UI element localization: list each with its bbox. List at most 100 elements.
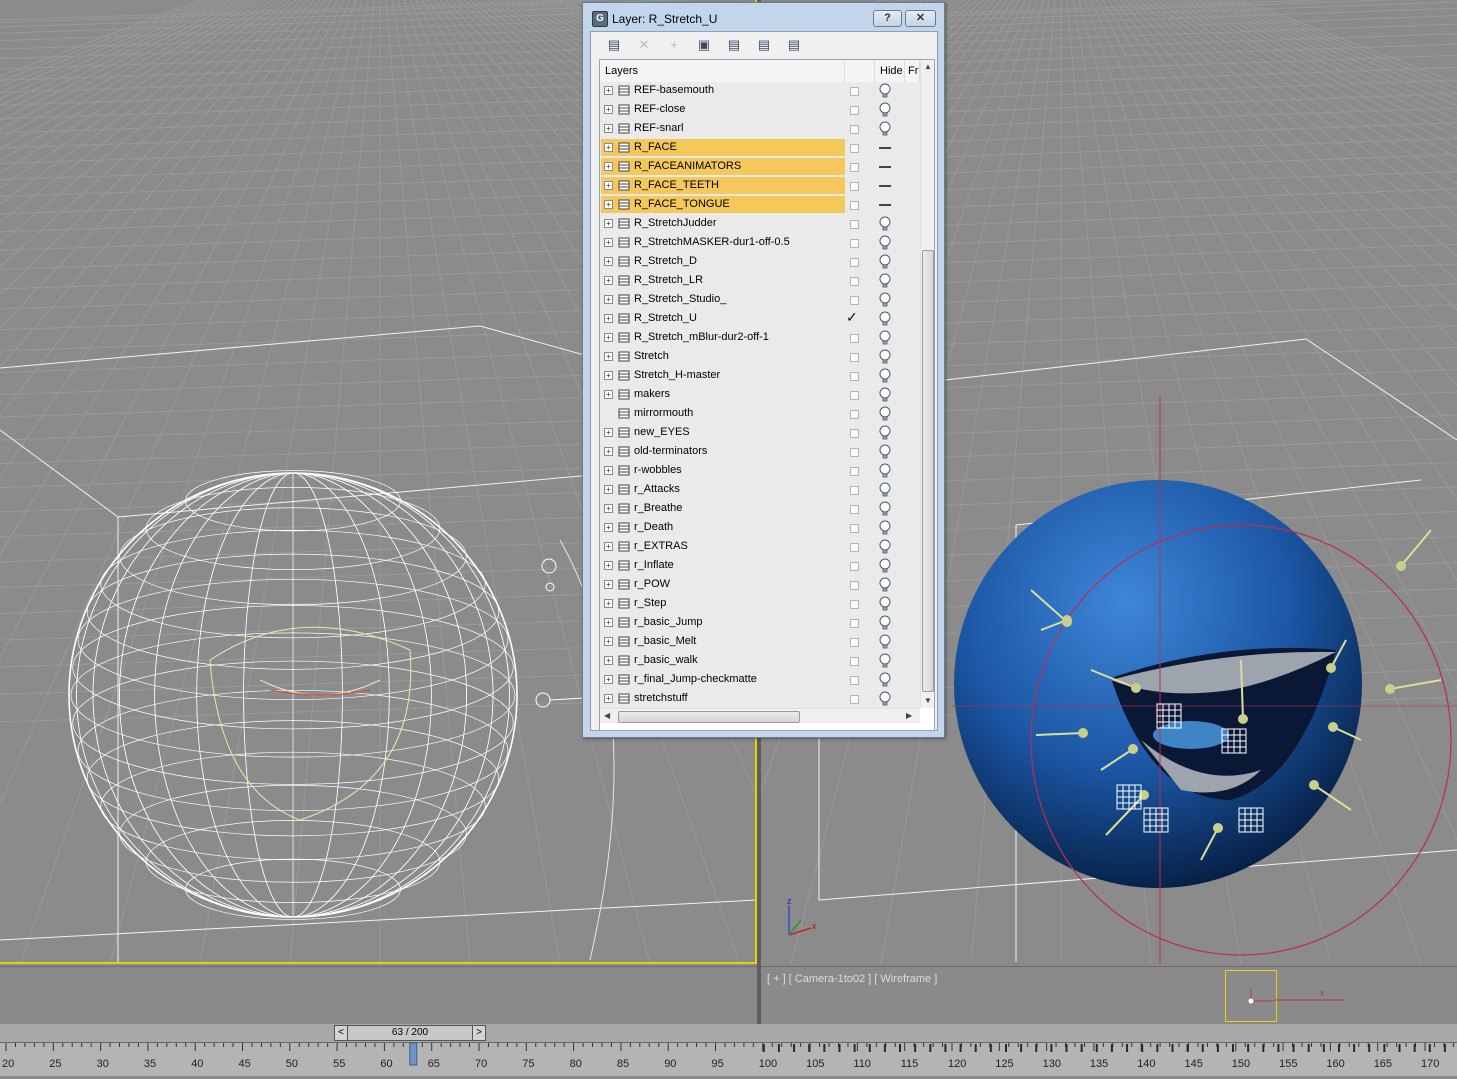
layer-name[interactable]: R_FACEANIMATORS — [634, 160, 741, 172]
current-layer-checkbox[interactable] — [850, 695, 859, 704]
lightbulb-icon[interactable] — [878, 330, 892, 346]
highlight-selected-icon[interactable]: ▤ — [725, 36, 743, 53]
layer-name[interactable]: r_Inflate — [634, 559, 674, 571]
layer-row[interactable]: + R_FACE_TEETH — [600, 177, 920, 196]
expand-icon[interactable]: + — [604, 352, 613, 361]
layer-row[interactable]: + R_StretchJudder — [600, 215, 920, 234]
current-layer-checkbox[interactable] — [850, 296, 859, 305]
lightbulb-icon[interactable] — [878, 311, 892, 327]
current-layer-checkbox[interactable] — [850, 87, 859, 96]
expand-icon[interactable]: + — [604, 181, 613, 190]
freeze-all-icon[interactable]: ▤ — [785, 36, 803, 53]
layer-name[interactable]: REF-snarl — [634, 122, 684, 134]
current-layer-checkbox[interactable] — [850, 372, 859, 381]
lightbulb-icon[interactable] — [878, 216, 892, 232]
horizontal-scrollbar[interactable]: ◀ ▶ — [600, 708, 920, 723]
current-layer-checkbox[interactable] — [850, 543, 859, 552]
current-layer-checkbox[interactable] — [850, 486, 859, 495]
expand-icon[interactable]: + — [604, 105, 613, 114]
time-next-button[interactable]: > — [472, 1025, 486, 1041]
expand-icon[interactable]: + — [604, 447, 613, 456]
time-slider-thumb[interactable]: 63 / 200 — [347, 1025, 473, 1041]
layer-row[interactable]: mirrormouth — [600, 405, 920, 424]
current-layer-checkbox[interactable] — [850, 562, 859, 571]
current-layer-checkbox[interactable] — [850, 353, 859, 362]
lightbulb-icon[interactable] — [878, 425, 892, 441]
layer-row[interactable]: + R_FACE — [600, 139, 920, 158]
layer-name[interactable]: r_Step — [634, 597, 666, 609]
layer-row[interactable]: + r_final_Jump-checkmatte — [600, 671, 920, 690]
layer-name[interactable]: r-wobbles — [634, 464, 682, 476]
select-objects-icon[interactable]: ▣ — [695, 36, 713, 53]
expand-icon[interactable]: + — [604, 523, 613, 532]
layer-row[interactable]: + r-wobbles — [600, 462, 920, 481]
current-layer-checkbox[interactable] — [850, 467, 859, 476]
lightbulb-icon[interactable] — [878, 577, 892, 593]
lightbulb-icon[interactable] — [878, 102, 892, 118]
current-layer-checkbox[interactable] — [850, 505, 859, 514]
expand-icon[interactable]: + — [604, 276, 613, 285]
delete-layer-icon[interactable]: ✕ — [635, 36, 653, 53]
hide-mixed-icon[interactable] — [879, 185, 891, 187]
layer-name[interactable]: r_EXTRAS — [634, 540, 688, 552]
lightbulb-icon[interactable] — [878, 691, 892, 707]
expand-icon[interactable]: + — [604, 580, 613, 589]
layer-row[interactable]: + Stretch_H-master — [600, 367, 920, 386]
hide-all-icon[interactable]: ▤ — [755, 36, 773, 53]
current-layer-checkbox[interactable] — [850, 391, 859, 400]
current-layer-checkbox[interactable] — [850, 201, 859, 210]
layer-name[interactable]: Stretch_H-master — [634, 369, 720, 381]
lightbulb-icon[interactable] — [878, 121, 892, 137]
lightbulb-icon[interactable] — [878, 444, 892, 460]
lightbulb-icon[interactable] — [878, 501, 892, 517]
layer-row[interactable]: + R_Stretch_LR — [600, 272, 920, 291]
layer-row[interactable]: + r_POW — [600, 576, 920, 595]
layer-name[interactable]: r_Death — [634, 521, 673, 533]
current-layer-checkbox[interactable] — [850, 448, 859, 457]
vertical-scrollbar[interactable]: ▲ ▼ — [920, 60, 934, 708]
expand-icon[interactable]: + — [604, 200, 613, 209]
layer-name[interactable]: r_POW — [634, 578, 670, 590]
expand-icon[interactable]: + — [604, 485, 613, 494]
expand-icon[interactable]: + — [604, 599, 613, 608]
layer-row[interactable]: + r_Attacks — [600, 481, 920, 500]
layer-name[interactable]: R_FACE_TEETH — [634, 179, 719, 191]
lightbulb-icon[interactable] — [878, 596, 892, 612]
expand-icon[interactable]: + — [604, 333, 613, 342]
horizontal-scroll-thumb[interactable] — [618, 711, 800, 723]
expand-icon[interactable]: + — [604, 675, 613, 684]
current-layer-checkbox[interactable] — [850, 600, 859, 609]
time-prev-button[interactable]: < — [334, 1025, 348, 1041]
layer-row[interactable]: + R_StretchMASKER-dur1-off-0.5 — [600, 234, 920, 253]
current-layer-checkbox[interactable] — [850, 334, 859, 343]
header-layers[interactable]: Layers — [600, 60, 845, 82]
header-hide[interactable]: Hide — [875, 60, 905, 82]
layer-name[interactable]: R_StretchMASKER-dur1-off-0.5 — [634, 236, 790, 248]
current-layer-checkbox[interactable] — [850, 524, 859, 533]
layer-row[interactable]: + stretchstuff — [600, 690, 920, 708]
layer-row[interactable]: + R_Stretch_U ✓ — [600, 309, 920, 329]
expand-icon[interactable]: + — [604, 390, 613, 399]
layer-name[interactable]: R_Stretch_Studio_ — [634, 293, 726, 305]
layer-row[interactable]: + old-terminators — [600, 443, 920, 462]
lightbulb-icon[interactable] — [878, 83, 892, 99]
layer-name[interactable]: makers — [634, 388, 670, 400]
layer-row[interactable]: + new_EYES — [600, 424, 920, 443]
lightbulb-icon[interactable] — [878, 387, 892, 403]
layer-name[interactable]: R_Stretch_LR — [634, 274, 703, 286]
expand-icon[interactable]: + — [604, 428, 613, 437]
lightbulb-icon[interactable] — [878, 349, 892, 365]
layer-name[interactable]: R_FACE_TONGUE — [634, 198, 730, 210]
lightbulb-icon[interactable] — [878, 463, 892, 479]
layer-row[interactable]: + R_Stretch_mBlur-dur2-off-1 — [600, 329, 920, 348]
vertical-scroll-thumb[interactable] — [922, 250, 934, 692]
current-layer-checkbox[interactable] — [850, 277, 859, 286]
layer-name[interactable]: r_Breathe — [634, 502, 682, 514]
layer-row[interactable]: + r_Inflate — [600, 557, 920, 576]
layer-row[interactable]: + R_Stretch_D — [600, 253, 920, 272]
layer-row[interactable]: + R_Stretch_Studio_ — [600, 291, 920, 310]
header-freeze[interactable]: Fr — [905, 60, 920, 82]
layer-row[interactable]: + REF-basemouth — [600, 82, 920, 101]
current-layer-checkbox[interactable] — [850, 410, 859, 419]
lightbulb-icon[interactable] — [878, 292, 892, 308]
